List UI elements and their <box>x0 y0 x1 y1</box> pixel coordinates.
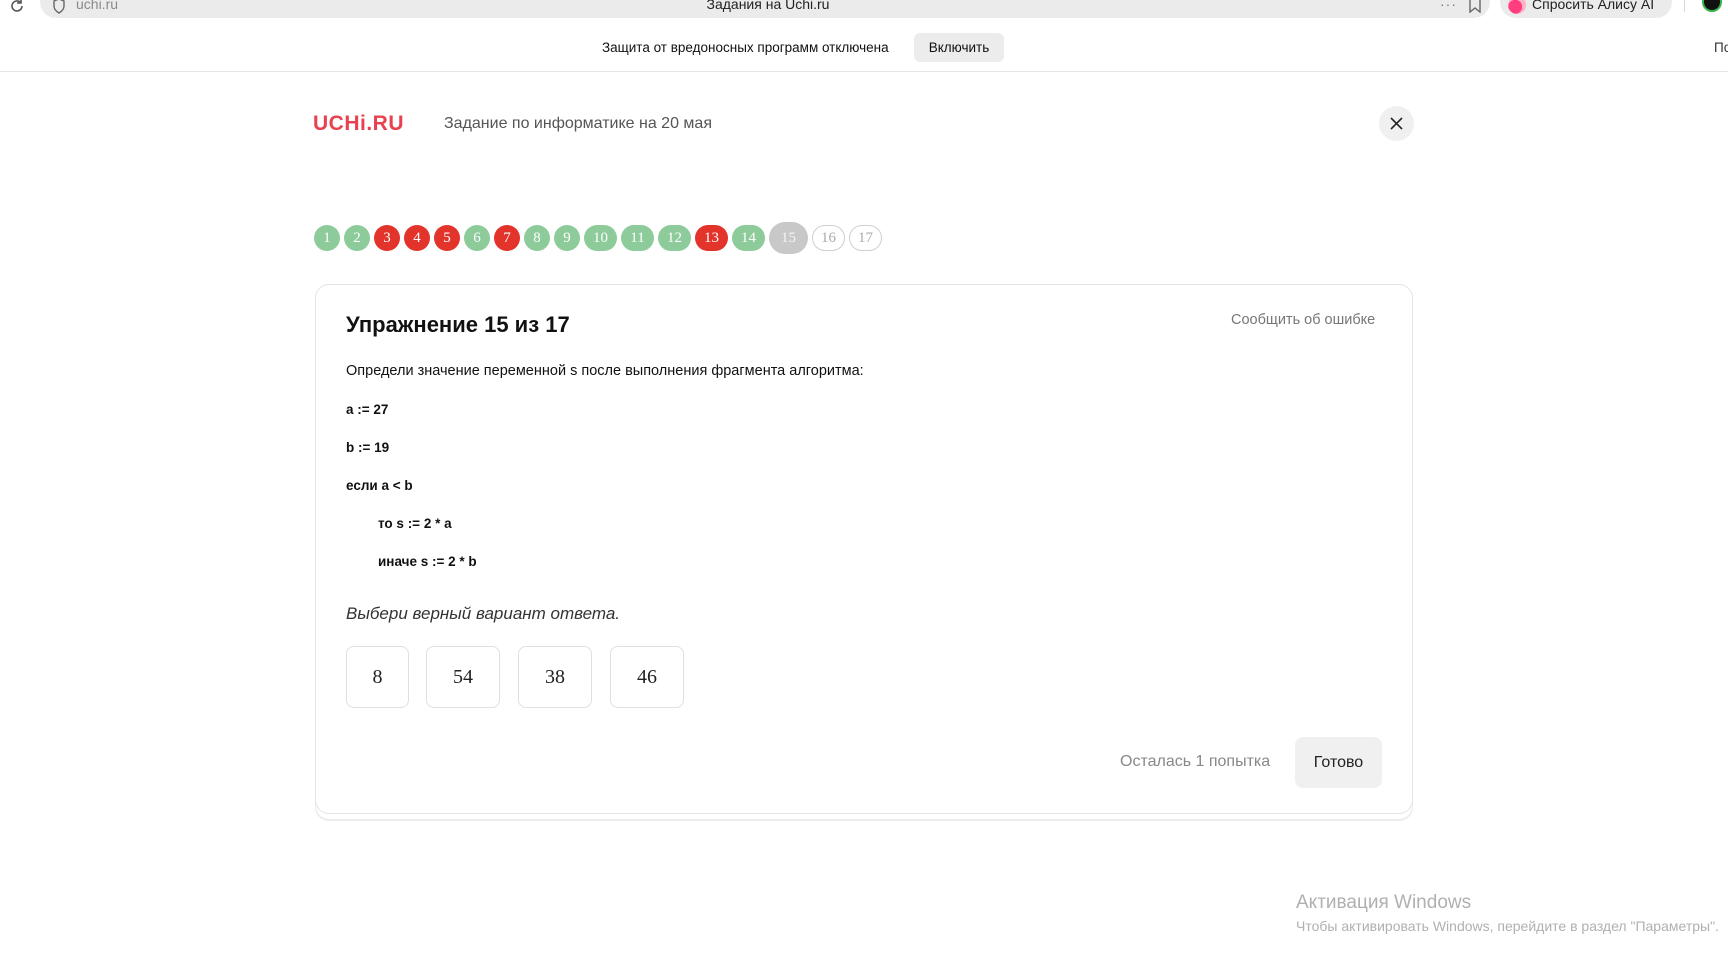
windows-activation-title: Активация Windows <box>1296 892 1472 913</box>
notice-truncated-text[interactable]: По <box>1714 40 1728 55</box>
bookmark-icon[interactable] <box>1468 0 1482 13</box>
code-line: b := 19 <box>346 440 390 455</box>
progress-dot-6[interactable]: 6 <box>464 225 490 251</box>
more-menu-icon[interactable]: ··· <box>1440 0 1457 12</box>
progress-dot-15[interactable]: 15 <box>769 222 808 254</box>
tab-title: Задания на Uchi.ru <box>706 0 830 12</box>
security-notice-text: Защита от вредоносных программ отключена <box>602 40 889 55</box>
answer-option[interactable]: 46 <box>610 646 684 708</box>
answer-option[interactable]: 38 <box>518 646 592 708</box>
page: uchi.ru Задания на Uchi.ru ··· Спросить … <box>0 0 1728 972</box>
progress-dot-4[interactable]: 4 <box>404 225 430 251</box>
question-text: Определи значение переменной s после вып… <box>346 363 864 379</box>
enable-protection-button[interactable]: Включить <box>914 33 1004 62</box>
exercise-title: Упражнение 15 из 17 <box>346 312 570 337</box>
report-error-link[interactable]: Сообщить об ошибке <box>1231 312 1375 328</box>
progress-dot-1[interactable]: 1 <box>314 225 340 251</box>
progress-dot-17[interactable]: 17 <box>849 225 882 251</box>
done-button[interactable]: Готово <box>1295 737 1382 788</box>
choose-prompt: Выбери верный вариант ответа. <box>346 604 621 623</box>
ask-alice-label[interactable]: Спросить Алису AI <box>1532 0 1654 12</box>
assignment-title: Задание по информатике на 20 мая <box>444 115 712 132</box>
progress-dot-12[interactable]: 12 <box>658 225 691 251</box>
progress-dot-2[interactable]: 2 <box>344 225 370 251</box>
answer-option[interactable]: 54 <box>426 646 500 708</box>
progress-dot-14[interactable]: 14 <box>732 225 765 251</box>
exercise-progress: 1 2 3 4 5 6 7 8 9 10 11 12 13 14 15 16 17 <box>314 222 882 254</box>
code-line: иначе s := 2 * b <box>378 554 477 569</box>
progress-dot-16[interactable]: 16 <box>812 225 845 251</box>
progress-dot-7[interactable]: 7 <box>494 225 520 251</box>
progress-dot-3[interactable]: 3 <box>374 225 400 251</box>
code-line: то s := 2 * a <box>378 516 452 531</box>
progress-dot-13[interactable]: 13 <box>695 225 728 251</box>
uchi-logo[interactable]: UCHi.RU <box>313 112 404 136</box>
answer-option[interactable]: 8 <box>346 646 409 708</box>
toolbar-divider <box>1684 0 1685 12</box>
close-icon <box>1390 117 1403 130</box>
attempts-remaining: Осталась 1 попытка <box>1120 753 1271 770</box>
progress-dot-11[interactable]: 11 <box>621 225 654 251</box>
progress-dot-10[interactable]: 10 <box>584 225 617 251</box>
code-line: если a < b <box>346 478 413 493</box>
progress-dot-9[interactable]: 9 <box>554 225 580 251</box>
code-line: a := 27 <box>346 402 389 417</box>
windows-activation-subtitle: Чтобы активировать Windows, перейдите в … <box>1296 918 1719 934</box>
progress-dot-8[interactable]: 8 <box>524 225 550 251</box>
close-button[interactable] <box>1379 106 1414 141</box>
progress-dot-5[interactable]: 5 <box>434 225 460 251</box>
